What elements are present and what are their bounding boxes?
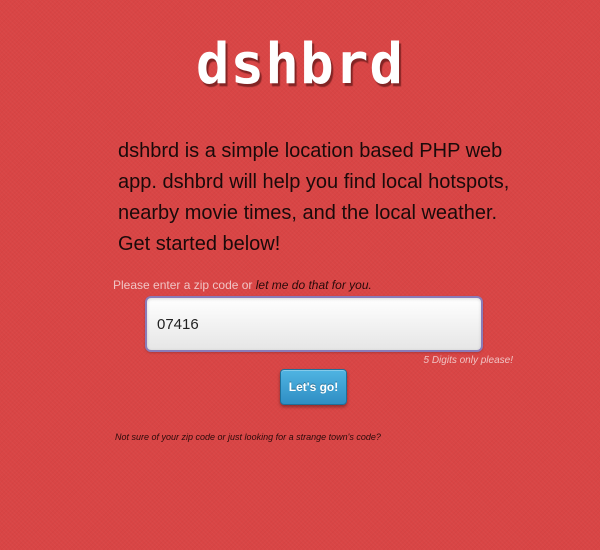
lets-go-button[interactable]: Let's go! (280, 369, 347, 405)
zip-help-note: Not sure of your zip code or just lookin… (115, 432, 381, 442)
zip-code-input[interactable] (145, 296, 483, 352)
intro-text: dshbrd is a simple location based PHP we… (118, 140, 510, 255)
zip-prompt: Please enter a zip code or let me do tha… (113, 278, 372, 292)
app-logo: dshbrd (195, 32, 405, 97)
auto-locate-link[interactable]: let me do that for you. (256, 278, 372, 292)
zip-hint: 5 Digits only please! (423, 355, 514, 366)
zip-prompt-label: Please enter a zip code or (113, 278, 253, 292)
